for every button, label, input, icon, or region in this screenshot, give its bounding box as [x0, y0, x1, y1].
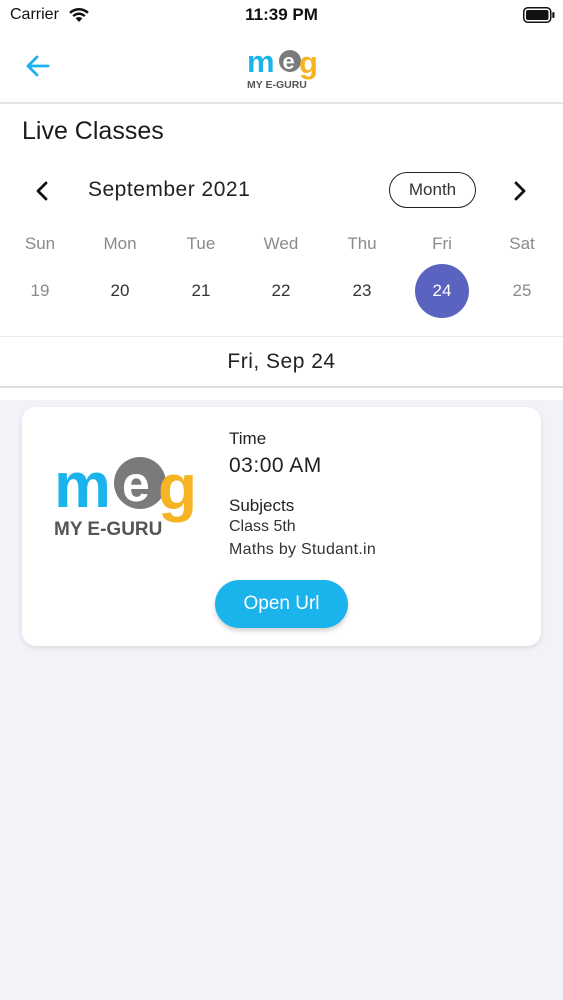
day-name: Thu	[347, 234, 377, 253]
day-wed: Wed 22	[241, 234, 321, 324]
week-strip: Sun 19 Mon 20 Tue 21 Wed 22 Thu 23 Fri 2…	[0, 234, 563, 324]
battery-icon	[523, 7, 555, 23]
day-sat: Sat 25	[482, 234, 562, 324]
open-url-button[interactable]: Open Url	[215, 580, 348, 628]
day-number[interactable]: 25	[495, 264, 549, 318]
month-navigation: September 2021 Month	[0, 168, 563, 214]
day-number[interactable]: 23	[335, 264, 389, 318]
day-name: Wed	[263, 234, 299, 253]
day-sun: Sun 19	[0, 234, 80, 324]
svg-text:m: m	[54, 449, 111, 521]
day-name: Sun	[24, 234, 56, 253]
day-thu: Thu 23	[322, 234, 402, 324]
time-value: 03:00 AM	[229, 454, 322, 477]
page-title: Live Classes	[22, 117, 164, 145]
subject-label: Maths by Studant.in	[229, 541, 377, 558]
chevron-left-icon[interactable]	[30, 178, 56, 204]
chevron-right-icon[interactable]	[506, 178, 532, 204]
svg-text:e: e	[283, 49, 295, 74]
day-number[interactable]: 21	[174, 264, 228, 318]
status-time: 11:39 PM	[245, 5, 318, 24]
logo-subtext: MY E-GURU	[54, 519, 162, 540]
day-name: Sat	[509, 234, 535, 253]
subjects-heading: Subjects	[229, 496, 295, 515]
status-bar: Carrier 11:39 PM	[0, 0, 563, 30]
month-view-button[interactable]: Month	[389, 172, 476, 208]
divider	[0, 386, 563, 388]
logo-subtext: MY E-GURU	[247, 79, 307, 91]
nav-bar: m e g MY E-GURU	[0, 30, 563, 104]
class-logo: m e g MY E-GURU	[54, 449, 197, 540]
divider	[0, 336, 563, 337]
day-name: Tue	[186, 234, 216, 253]
day-number[interactable]: 22	[254, 264, 308, 318]
day-number[interactable]: 20	[93, 264, 147, 318]
selected-date-label: Fri, Sep 24	[227, 350, 336, 373]
day-mon: Mon 20	[80, 234, 160, 324]
day-number[interactable]: 19	[13, 264, 67, 318]
app-logo: m e g MY E-GURU	[247, 44, 318, 91]
class-card: m e g MY E-GURU Time 03:00 AM Subjects C…	[22, 407, 541, 646]
svg-text:m: m	[247, 44, 275, 79]
selected-day-number[interactable]: 24	[415, 264, 469, 318]
day-fri: Fri 24	[402, 234, 482, 324]
svg-text:g: g	[299, 45, 318, 80]
day-name: Fri	[432, 234, 452, 253]
class-label: Class 5th	[229, 518, 296, 535]
day-name: Mon	[103, 234, 137, 253]
month-label: September 2021	[88, 178, 251, 201]
day-tue: Tue 21	[161, 234, 241, 324]
back-arrow-icon[interactable]	[22, 50, 54, 82]
time-heading: Time	[229, 429, 267, 448]
svg-text:g: g	[158, 451, 197, 523]
svg-text:e: e	[122, 456, 150, 512]
